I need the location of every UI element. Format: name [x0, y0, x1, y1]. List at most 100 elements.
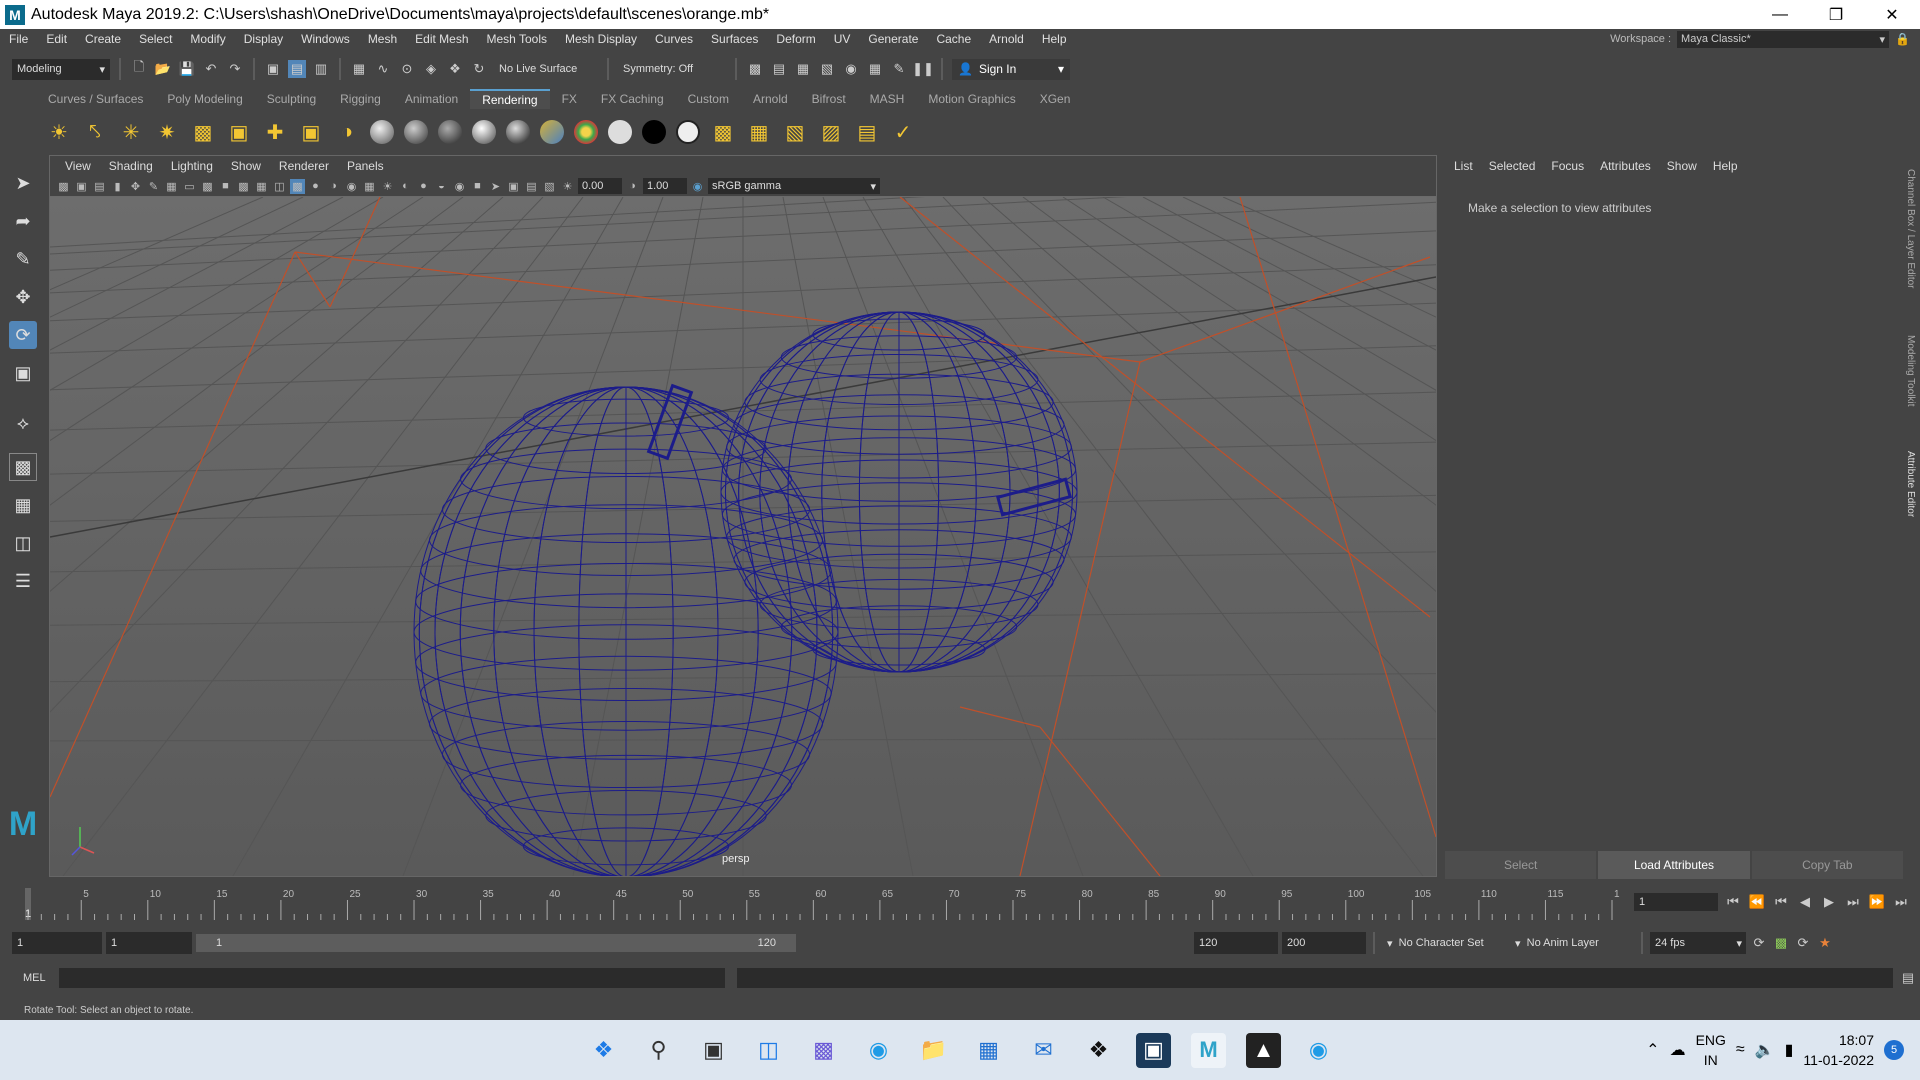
menu-mesh[interactable]: Mesh [359, 32, 406, 46]
gamma-icon[interactable]: ◑ [625, 179, 640, 194]
animation-start-field[interactable]: 1 [12, 932, 102, 954]
workspace-dropdown[interactable]: Maya Classic* ▾ [1677, 30, 1890, 48]
symmetry-field[interactable]: Symmetry: Off [618, 58, 726, 80]
step-back-key-icon[interactable]: ⏪ [1748, 893, 1766, 911]
key-prefs-icon[interactable]: ★ [1816, 934, 1834, 952]
menu-mesh-display[interactable]: Mesh Display [556, 32, 646, 46]
viewport-menu-shading[interactable]: Shading [100, 159, 162, 173]
render-sequence-icon[interactable]: ▤ [854, 119, 880, 145]
render-history-icon[interactable]: ▩ [746, 60, 764, 78]
start-icon[interactable]: ❖ [586, 1033, 621, 1068]
menu-set-dropdown[interactable]: Modeling ▾ [12, 58, 110, 80]
gamma-field[interactable]: 1.00 [643, 178, 687, 194]
chevron-up-icon[interactable]: ⌃ [1646, 1040, 1659, 1060]
ae-menu-attributes[interactable]: Attributes [1592, 159, 1659, 173]
rotate-tool-icon[interactable]: ⟳ [9, 321, 37, 349]
viewport-canvas[interactable]: persp [0, 166, 1920, 878]
predator-icon[interactable]: ▲ [1246, 1032, 1281, 1068]
spot-light-icon[interactable]: ✷ [154, 119, 180, 145]
snap-view-plane-icon[interactable]: ◈ [422, 60, 440, 78]
batch-render-icon[interactable]: ▨ [818, 119, 844, 145]
ambient-light-icon[interactable]: ☀ [46, 119, 72, 145]
tab-fx[interactable]: FX [550, 89, 589, 109]
live-surface-field[interactable]: No Live Surface [494, 58, 598, 80]
lambert-material-icon[interactable] [404, 120, 428, 144]
select-camera-icon[interactable]: ▩ [56, 179, 71, 194]
textured-icon[interactable]: ◉ [344, 179, 359, 194]
use-background-icon[interactable] [676, 120, 700, 144]
menu-cache[interactable]: Cache [927, 32, 980, 46]
safe-title-icon[interactable]: ◫ [272, 179, 287, 194]
play-forwards-icon[interactable]: ▶ [1820, 893, 1838, 911]
tab-mash[interactable]: MASH [858, 89, 917, 109]
step-forward-key-icon[interactable]: ⏩ [1868, 893, 1886, 911]
tab-curves-surfaces[interactable]: Curves / Surfaces [36, 89, 155, 109]
go-to-end-icon[interactable]: ⏭ [1892, 893, 1910, 911]
loop-icon[interactable]: ⟳ [1750, 934, 1768, 952]
notification-badge[interactable]: 5 [1884, 1040, 1904, 1060]
smooth-shade-icon[interactable]: ● [308, 179, 323, 194]
menu-edit-mesh[interactable]: Edit Mesh [406, 32, 477, 46]
render-view-icon[interactable]: ▦ [866, 60, 884, 78]
edge-icon[interactable]: ◉ [861, 1033, 896, 1068]
search-icon[interactable]: ⚲ [641, 1033, 676, 1068]
chat-icon[interactable]: ▩ [806, 1033, 841, 1068]
menu-mesh-tools[interactable]: Mesh Tools [478, 32, 556, 46]
minimize-button[interactable]: — [1752, 0, 1808, 29]
ae-copy-tab-button[interactable]: Copy Tab [1751, 851, 1903, 879]
app-icon[interactable]: ▣ [1136, 1032, 1171, 1068]
step-back-frame-icon[interactable]: ⏮ [1772, 893, 1790, 911]
store-icon[interactable]: ▦ [971, 1033, 1006, 1068]
tab-animation[interactable]: Animation [393, 89, 470, 109]
maya-taskbar-icon[interactable]: M [1191, 1032, 1226, 1068]
ipr-render-icon[interactable]: ▦ [794, 60, 812, 78]
step-forward-frame-icon[interactable]: ⏭ [1844, 893, 1862, 911]
tab-channel-box[interactable]: Channel Box / Layer Editor [1905, 169, 1916, 289]
make-live-icon[interactable]: ❖ [446, 60, 464, 78]
onedrive-icon[interactable]: ☁ [1670, 1040, 1686, 1060]
phong-e-material-icon[interactable] [472, 120, 496, 144]
checker-icon[interactable]: ▦ [362, 179, 377, 194]
viewport-menu-renderer[interactable]: Renderer [270, 159, 338, 173]
render-frame-icon[interactable]: ▤ [770, 60, 788, 78]
render-current-icon[interactable]: ▩ [710, 119, 736, 145]
language-indicator[interactable]: ENG IN [1696, 1030, 1726, 1070]
undo-icon[interactable]: ↶ [202, 60, 220, 78]
select-object-icon[interactable]: ▤ [288, 60, 306, 78]
new-scene-icon[interactable]: 🗋 [130, 59, 148, 78]
dropbox-icon[interactable]: ❖ [1081, 1033, 1116, 1068]
globe-app-icon[interactable]: ◉ [1301, 1033, 1336, 1068]
phong-material-icon[interactable] [438, 120, 462, 144]
anisotropic-material-icon[interactable] [506, 120, 530, 144]
exposure-icon[interactable]: ☀ [560, 179, 575, 194]
fps-dropdown[interactable]: 24 fps ▾ [1650, 932, 1746, 954]
tab-motion-graphics[interactable]: Motion Graphics [916, 89, 1027, 109]
blinn-material-icon[interactable] [370, 120, 394, 144]
menu-curves[interactable]: Curves [646, 32, 702, 46]
menu-arnold[interactable]: Arnold [980, 32, 1033, 46]
shadows-icon[interactable]: ◐ [398, 179, 413, 194]
orange-mesh-left[interactable] [413, 386, 839, 878]
anim-layer-dropdown[interactable]: ▾ No Anim Layer [1510, 932, 1634, 954]
ae-load-attributes-button[interactable]: Load Attributes [1598, 851, 1750, 879]
select-tool-icon[interactable]: ➤ [9, 169, 37, 197]
tab-modeling-toolkit[interactable]: Modeling Toolkit [1905, 335, 1916, 407]
go-to-start-icon[interactable]: ⏮ [1724, 893, 1742, 911]
menu-file[interactable]: File [0, 32, 37, 46]
viewport-menu-panels[interactable]: Panels [338, 159, 393, 173]
playback-start-field[interactable]: 1 [106, 932, 192, 954]
grid-icon[interactable]: ▦ [164, 179, 179, 194]
select-hierarchy-icon[interactable]: ▣ [264, 60, 282, 78]
resolution-gate-icon[interactable]: ▩ [200, 179, 215, 194]
viewport-menu-lighting[interactable]: Lighting [162, 159, 222, 173]
image-plane-icon[interactable]: ▮ [110, 179, 125, 194]
viewport-menu-view[interactable]: View [56, 159, 100, 173]
screen-space-ao-icon[interactable]: ● [416, 179, 431, 194]
use-all-lights-icon[interactable]: ☀ [380, 179, 395, 194]
single-perspective-view-icon[interactable]: ▩ [9, 453, 37, 481]
exposure-field[interactable]: 0.00 [578, 178, 622, 194]
color-management-icon[interactable]: ◉ [690, 179, 705, 194]
xray-joints-icon[interactable]: ▧ [542, 179, 557, 194]
ae-menu-focus[interactable]: Focus [1543, 159, 1592, 173]
menu-deform[interactable]: Deform [767, 32, 824, 46]
